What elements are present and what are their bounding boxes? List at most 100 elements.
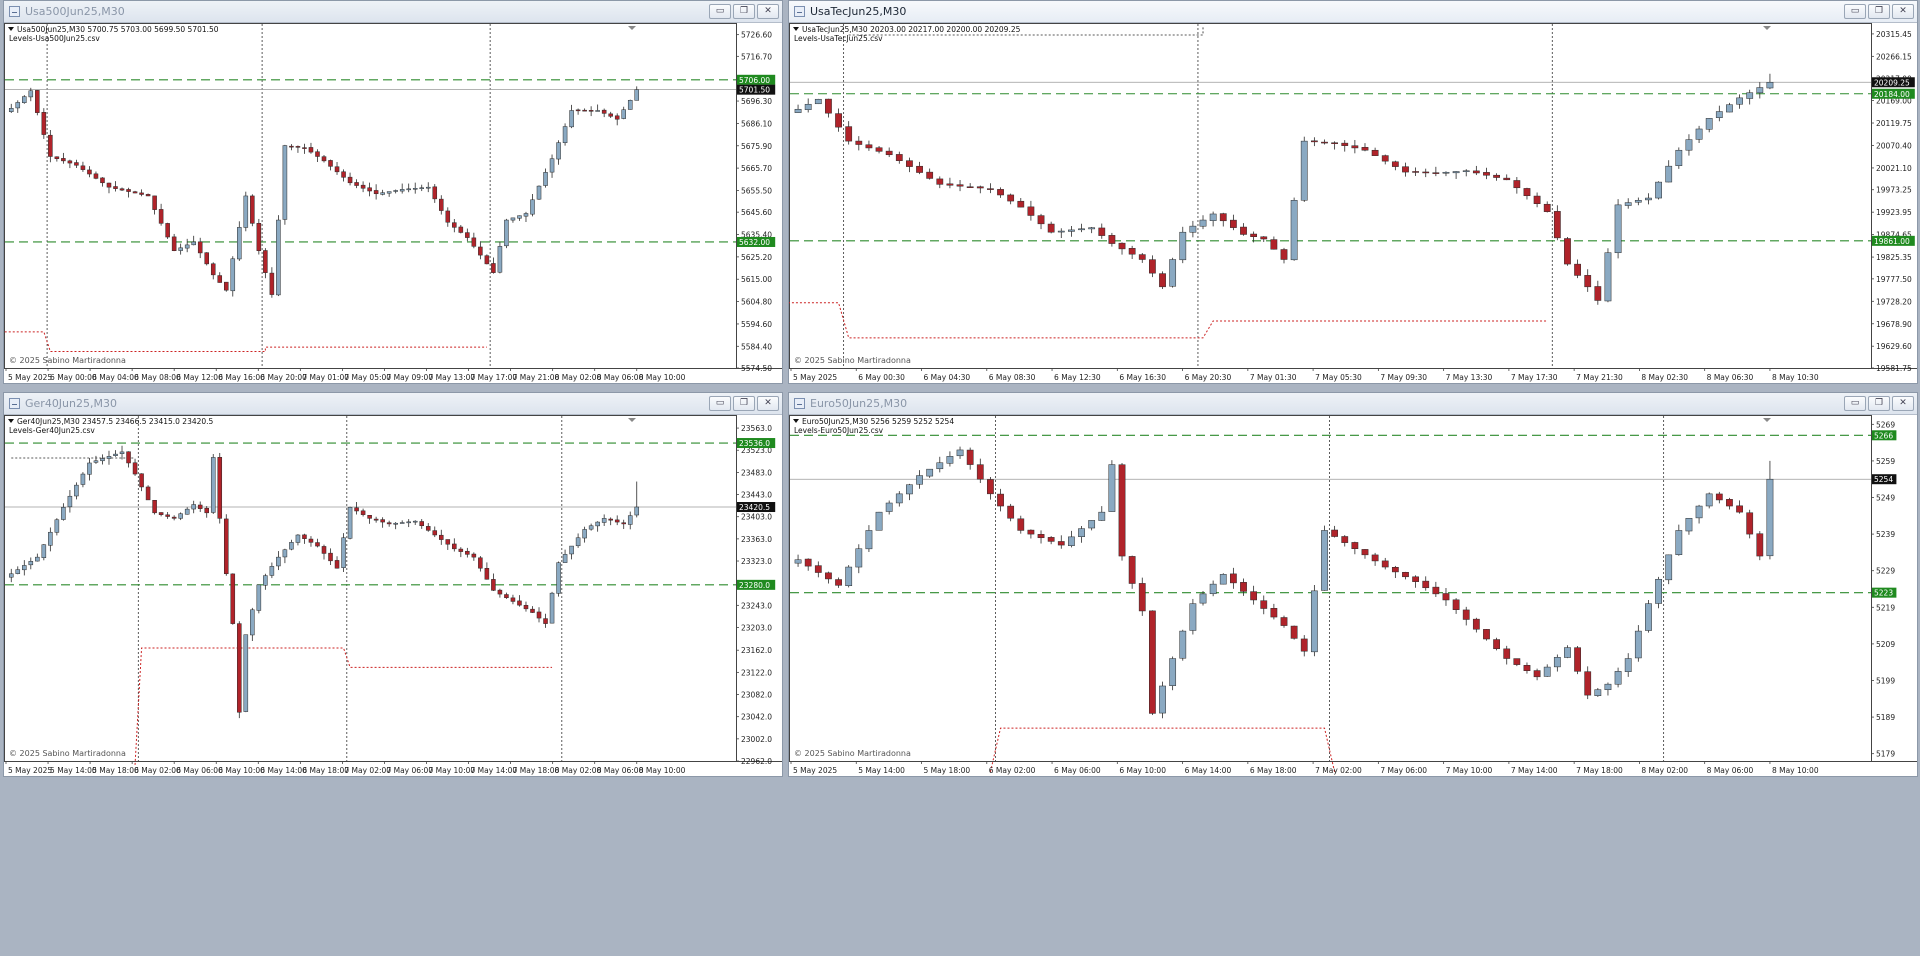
candle-body bbox=[1493, 174, 1500, 178]
y-tick-label: 5615.00 bbox=[741, 275, 772, 284]
x-tick-label: 6 May 06:00 bbox=[176, 766, 223, 775]
candle-body bbox=[1159, 273, 1166, 288]
y-tick-label: 5726.60 bbox=[741, 31, 772, 40]
bull-candle bbox=[341, 533, 346, 572]
minimize-button[interactable]: ▭ bbox=[1844, 4, 1866, 19]
candle-body bbox=[1321, 141, 1328, 144]
close-button[interactable]: ✕ bbox=[757, 4, 779, 19]
x-tick-label: 5 May 2025 bbox=[793, 373, 837, 382]
candle-body bbox=[956, 184, 964, 187]
x-tick-label: 6 May 04:30 bbox=[924, 373, 971, 382]
candle-body bbox=[106, 182, 112, 188]
candle-body bbox=[1624, 658, 1632, 672]
x-tick-label: 6 May 00:30 bbox=[858, 373, 905, 382]
minimize-button[interactable]: ▭ bbox=[1844, 396, 1866, 411]
candle-body bbox=[845, 126, 853, 142]
bull-candle bbox=[875, 511, 883, 531]
candle-body bbox=[334, 560, 340, 569]
candle-body bbox=[191, 504, 196, 510]
chart-window-ger40[interactable]: Ger40Jun25,M30 ▭ ❐ ✕ 23563.0 23523.0 23483… bbox=[3, 392, 783, 777]
bull-candle bbox=[1219, 573, 1227, 585]
candle-body bbox=[1209, 583, 1217, 595]
price-chart[interactable]: 20315.4520266.1520217.0020169.0020119.75… bbox=[789, 23, 1917, 384]
bear-candle bbox=[217, 452, 223, 524]
candle-body bbox=[1705, 493, 1713, 507]
window-titlebar[interactable]: Ger40Jun25,M30 ▭ ❐ ✕ bbox=[4, 393, 782, 415]
candle-body bbox=[80, 165, 86, 170]
candle-body bbox=[510, 217, 516, 221]
window-titlebar[interactable]: Usa500Jun25,M30 ▭ ❐ ✕ bbox=[4, 1, 782, 23]
x-tick-label: 6 May 08:30 bbox=[989, 373, 1036, 382]
candle-body bbox=[1017, 518, 1025, 531]
candle-body bbox=[556, 562, 561, 594]
chart-window-euro50[interactable]: Euro50Jun25,M30 ▭ ❐ ✕ 5269 5259 5249 5239 52… bbox=[788, 392, 1918, 777]
candle-body bbox=[132, 462, 138, 475]
bull-candle bbox=[22, 95, 27, 104]
window-titlebar[interactable]: Euro50Jun25,M30 ▭ ❐ ✕ bbox=[789, 393, 1917, 415]
candle-body bbox=[1229, 573, 1237, 584]
candle-body bbox=[1341, 142, 1349, 146]
candle-body bbox=[1432, 172, 1440, 174]
candle-body bbox=[497, 246, 503, 273]
candle-body bbox=[1179, 630, 1187, 659]
bull-candle bbox=[1655, 181, 1662, 200]
price-chart[interactable]: 23563.023523.023483.023443.023403.023363… bbox=[4, 415, 782, 777]
restore-button[interactable]: ❐ bbox=[1868, 4, 1890, 19]
candle-body bbox=[484, 568, 490, 580]
candle-body bbox=[1412, 171, 1419, 173]
x-tick-label: 8 May 10:00 bbox=[639, 766, 686, 775]
close-button[interactable]: ✕ bbox=[1892, 4, 1914, 19]
candle-body bbox=[22, 565, 27, 571]
minimize-button[interactable]: ▭ bbox=[709, 396, 731, 411]
restore-button[interactable]: ❐ bbox=[1868, 396, 1890, 411]
candle-body bbox=[906, 160, 913, 167]
candle-body bbox=[1037, 215, 1045, 225]
candle-body bbox=[885, 502, 893, 512]
candle-body bbox=[1715, 111, 1723, 118]
candle-body bbox=[1149, 610, 1156, 714]
candle-body bbox=[465, 232, 470, 238]
candle-body bbox=[1766, 478, 1774, 557]
candle-body bbox=[302, 534, 307, 539]
candle-body bbox=[282, 145, 288, 220]
candle-body bbox=[1280, 617, 1288, 626]
candle-body bbox=[1432, 586, 1440, 595]
level-price-tag: 23536.0 bbox=[739, 439, 770, 448]
candle-body bbox=[256, 584, 262, 611]
candle-body bbox=[1027, 206, 1035, 216]
bull-candle bbox=[243, 191, 249, 232]
bull-candle bbox=[556, 561, 561, 597]
level-price-tag: 5706.00 bbox=[739, 76, 770, 85]
candle-body bbox=[1472, 618, 1480, 630]
candle-body bbox=[1098, 511, 1106, 521]
y-tick-label: 19923.95 bbox=[1876, 208, 1912, 217]
candle-body bbox=[432, 186, 438, 200]
close-button[interactable]: ✕ bbox=[757, 396, 779, 411]
candle-body bbox=[1209, 213, 1217, 221]
restore-button[interactable]: ❐ bbox=[733, 4, 755, 19]
chart-window-usa500[interactable]: Usa500Jun25,M30 ▭ ❐ ✕ 5726.60 5716.70 5706… bbox=[3, 0, 783, 384]
candle-body bbox=[393, 522, 398, 525]
price-chart[interactable]: 5269 5259 5249 5239 5229 5219 5209 5199 5189 5179… bbox=[789, 415, 1917, 777]
candle-body bbox=[1766, 82, 1774, 89]
candle-body bbox=[367, 515, 372, 519]
bear-candle bbox=[223, 514, 229, 576]
candle-body bbox=[452, 543, 457, 550]
window-title: UsaTecJun25,M30 bbox=[810, 5, 907, 18]
restore-button[interactable]: ❐ bbox=[733, 396, 755, 411]
levels-file-label: Levels-Usa500Jun25.csv bbox=[9, 34, 100, 43]
candle-body bbox=[15, 102, 21, 109]
candle-body bbox=[575, 109, 581, 112]
window-titlebar[interactable]: UsaTecJun25,M30 ▭ ❐ ✕ bbox=[789, 1, 1917, 23]
candle-body bbox=[341, 171, 346, 178]
chart-window-usatec[interactable]: UsaTecJun25,M30 ▭ ❐ ✕ 20315.45 20266.15 20… bbox=[788, 0, 1918, 384]
minimize-button[interactable]: ▭ bbox=[709, 4, 731, 19]
candle-body bbox=[1685, 517, 1693, 532]
plot-frame bbox=[4, 415, 737, 762]
x-tick-label: 6 May 08:00 bbox=[134, 373, 181, 382]
close-button[interactable]: ✕ bbox=[1892, 396, 1914, 411]
price-chart[interactable]: 5726.60 5716.70 5706.00 5696.30 5686.10 5675.… bbox=[4, 23, 782, 384]
bull-candle bbox=[627, 99, 633, 110]
candle-body bbox=[80, 473, 86, 485]
candle-body bbox=[1645, 197, 1652, 201]
